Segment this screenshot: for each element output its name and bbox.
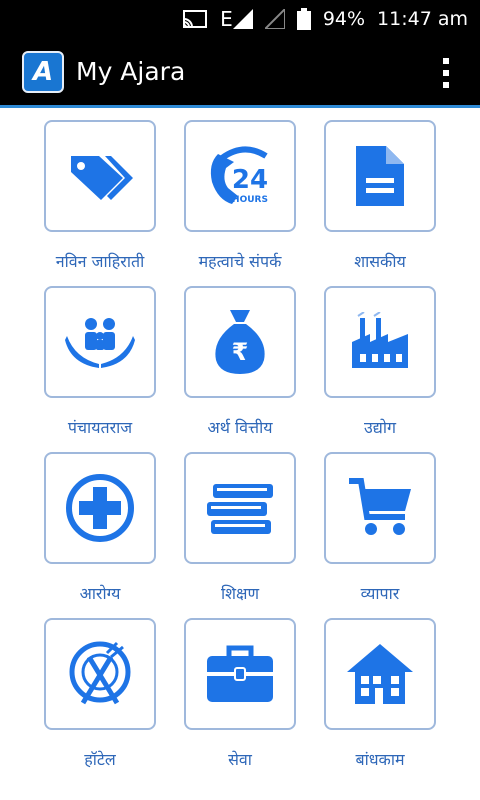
tile-label: हॉटेल — [84, 750, 116, 769]
tile-label: अर्थ वित्तीय — [207, 418, 273, 437]
tile-label: व्यापार — [360, 584, 400, 603]
tile-label: आरोग्य — [79, 584, 121, 603]
tile-education[interactable]: शिक्षण — [170, 452, 310, 604]
tile-box[interactable] — [324, 452, 436, 564]
signal-e-icon: E — [220, 7, 253, 31]
tile-government[interactable]: शासकीय — [310, 120, 450, 272]
app-logo-letter: A — [32, 56, 54, 87]
document-icon — [356, 146, 404, 206]
money-bag-icon: ₹ — [215, 310, 265, 374]
tile-box[interactable] — [324, 618, 436, 730]
battery-icon — [296, 8, 311, 30]
plate-cutlery-icon — [69, 641, 131, 705]
house-icon — [347, 644, 413, 704]
tile-box[interactable]: 24 HOURS — [184, 120, 296, 232]
tile-hotel[interactable]: हॉटेल — [30, 618, 170, 770]
factory-icon — [352, 312, 408, 368]
status-bar: E 94% 11:47 am — [0, 0, 480, 38]
app-title: My Ajara — [76, 57, 186, 86]
clock: 11:47 am — [377, 8, 468, 30]
tile-box[interactable] — [324, 120, 436, 232]
app-bar: A My Ajara — [0, 38, 480, 108]
tile-health[interactable]: आरोग्य — [30, 452, 170, 604]
tile-label: महत्वाचे संपर्क — [198, 252, 282, 271]
tile-services[interactable]: सेवा — [170, 618, 310, 770]
tile-important-contacts[interactable]: 24 HOURS महत्वाचे संपर्क — [170, 120, 310, 272]
tile-panchayat[interactable]: पंचायतराज — [30, 286, 170, 438]
tile-label: नविन जाहिराती — [55, 252, 145, 271]
tile-label: बांधकाम — [355, 750, 405, 769]
tile-label: शासकीय — [354, 252, 406, 271]
phone-icon-caption: HOURS — [232, 195, 268, 205]
tile-box[interactable] — [44, 286, 156, 398]
tile-box[interactable] — [184, 618, 296, 730]
tile-label: सेवा — [228, 750, 252, 769]
rupee-symbol: ₹ — [232, 338, 249, 366]
tile-label: शिक्षण — [220, 584, 260, 603]
cast-icon — [182, 9, 208, 29]
family-hands-icon — [65, 318, 135, 368]
signal-empty-icon — [264, 9, 285, 29]
tile-box[interactable] — [44, 452, 156, 564]
overflow-menu-icon[interactable] — [442, 58, 450, 88]
medical-cross-icon — [66, 474, 134, 542]
app-logo-icon: A — [22, 50, 64, 93]
network-label: E — [220, 7, 233, 31]
tile-box[interactable] — [184, 452, 296, 564]
tile-box[interactable]: ₹ — [184, 286, 296, 398]
tile-trade[interactable]: व्यापार — [310, 452, 450, 604]
tile-industry[interactable]: उद्योग — [310, 286, 450, 438]
briefcase-icon — [207, 645, 273, 702]
tile-finance[interactable]: ₹ अर्थ वित्तीय — [170, 286, 310, 438]
tags-icon — [71, 156, 133, 200]
tile-construction[interactable]: बांधकाम — [310, 618, 450, 770]
tile-new-ads[interactable]: नविन जाहिराती — [30, 120, 170, 272]
tile-box[interactable] — [44, 618, 156, 730]
tile-label: पंचायतराज — [67, 418, 133, 437]
battery-percent: 94% — [322, 8, 366, 30]
books-icon — [207, 484, 273, 534]
tile-box[interactable] — [44, 120, 156, 232]
phone-icon-number: 24 — [232, 165, 268, 195]
shopping-cart-icon — [349, 478, 411, 535]
phone-24-hours-icon: 24 HOURS — [210, 146, 268, 205]
tile-box[interactable] — [324, 286, 436, 398]
tile-label: उद्योग — [363, 418, 396, 437]
